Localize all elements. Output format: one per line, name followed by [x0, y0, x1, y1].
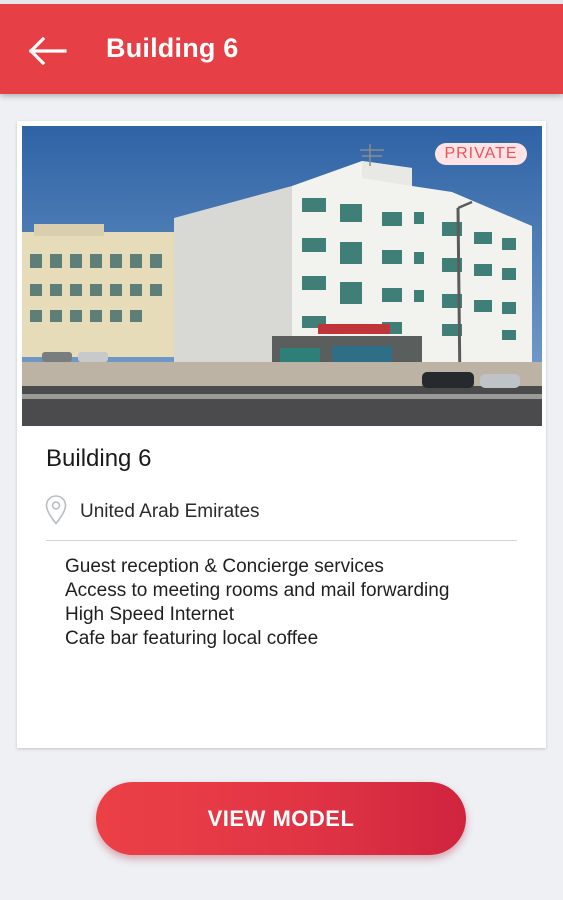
building-card: PRIVATE Building 6 United Arab Emirates …	[17, 121, 546, 748]
building-photo: PRIVATE	[22, 126, 542, 426]
location-label: United Arab Emirates	[80, 501, 260, 522]
app-bar: Building 6	[0, 0, 563, 94]
map-pin-icon	[44, 494, 68, 531]
location-row: United Arab Emirates	[44, 494, 260, 531]
view-model-button[interactable]: VIEW MODEL	[96, 782, 466, 855]
feature-item: Guest reception & Concierge services	[65, 556, 384, 577]
status-strip	[0, 0, 563, 4]
back-button[interactable]	[22, 30, 72, 76]
feature-item: Access to meeting rooms and mail forward…	[65, 580, 450, 601]
feature-item: High Speed Internet	[65, 604, 235, 625]
arrow-left-icon	[27, 36, 67, 70]
feature-item: Cafe bar featuring local coffee	[65, 628, 319, 649]
page-title: Building 6	[106, 33, 239, 63]
divider	[46, 540, 517, 541]
building-title: Building 6	[46, 445, 152, 472]
private-badge: PRIVATE	[435, 143, 527, 165]
features-list: Guest reception & Concierge services Acc…	[65, 555, 449, 651]
